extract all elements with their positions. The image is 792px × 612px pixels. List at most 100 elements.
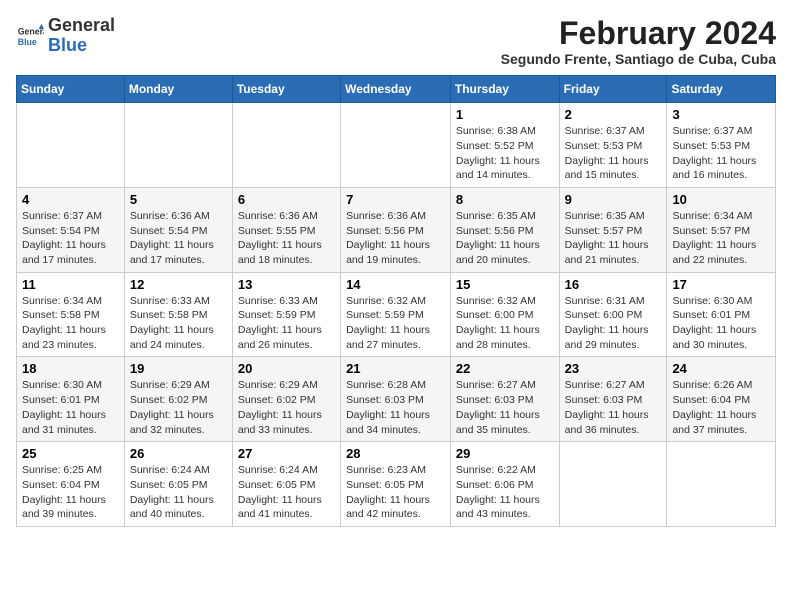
week-row-2: 4 Sunrise: 6:37 AMSunset: 5:54 PMDaylight…	[17, 187, 776, 272]
calendar-cell-w5-d1: 25Sunrise: 6:25 AMSunset: 6:04 PMDayligh…	[17, 442, 125, 527]
day-info: Sunrise: 6:36 AMSunset: 5:55 PMDaylight:…	[238, 209, 335, 268]
day-info: Sunrise: 6:29 AMSunset: 6:02 PMDaylight:…	[130, 378, 227, 437]
week-row-5: 25Sunrise: 6:25 AMSunset: 6:04 PMDayligh…	[17, 442, 776, 527]
col-friday: Friday	[559, 76, 667, 103]
day-number: 14	[346, 277, 445, 292]
calendar-cell-w3-d4: 14 Sunrise: 6:32 AMSunset: 5:59 PMDayligh…	[341, 272, 451, 357]
calendar-cell-w1-d6: 2Sunrise: 6:37 AMSunset: 5:53 PMDaylight…	[559, 103, 667, 188]
calendar-cell-w1-d1	[17, 103, 125, 188]
calendar-header-row: Sunday Monday Tuesday Wednesday Thursday…	[17, 76, 776, 103]
calendar-cell-w3-d1: 11 Sunrise: 6:34 AMSunset: 5:58 PMDayligh…	[17, 272, 125, 357]
logo-icon: General Blue	[16, 22, 44, 50]
day-info: Sunrise: 6:38 AMSunset: 5:52 PMDaylight:…	[456, 124, 554, 183]
day-info: Sunrise: 6:23 AMSunset: 6:05 PMDaylight:…	[346, 463, 445, 522]
day-number: 10	[672, 192, 770, 207]
day-info: Sunrise: 6:27 AMSunset: 6:03 PMDaylight:…	[456, 378, 554, 437]
calendar-cell-w1-d4	[341, 103, 451, 188]
day-info: Sunrise: 6:37 AMSunset: 5:53 PMDaylight:…	[672, 124, 770, 183]
week-row-3: 11 Sunrise: 6:34 AMSunset: 5:58 PMDayligh…	[17, 272, 776, 357]
calendar-table: Sunday Monday Tuesday Wednesday Thursday…	[16, 75, 776, 527]
calendar-title: February 2024	[501, 16, 776, 51]
day-number: 5	[130, 192, 227, 207]
logo-general: General	[48, 16, 115, 36]
col-wednesday: Wednesday	[341, 76, 451, 103]
calendar-cell-w4-d4: 21 Sunrise: 6:28 AMSunset: 6:03 PMDayligh…	[341, 357, 451, 442]
calendar-cell-w1-d7: 3Sunrise: 6:37 AMSunset: 5:53 PMDaylight…	[667, 103, 776, 188]
calendar-cell-w3-d5: 15 Sunrise: 6:32 AMSunset: 6:00 PMDayligh…	[450, 272, 559, 357]
calendar-cell-w5-d4: 28 Sunrise: 6:23 AMSunset: 6:05 PMDayligh…	[341, 442, 451, 527]
day-info: Sunrise: 6:26 AMSunset: 6:04 PMDaylight:…	[672, 378, 770, 437]
day-info: Sunrise: 6:37 AMSunset: 5:53 PMDaylight:…	[565, 124, 662, 183]
day-number: 16	[565, 277, 662, 292]
day-number: 4	[22, 192, 119, 207]
week-row-4: 18Sunrise: 6:30 AMSunset: 6:01 PMDayligh…	[17, 357, 776, 442]
calendar-cell-w2-d5: 8 Sunrise: 6:35 AMSunset: 5:56 PMDaylight…	[450, 187, 559, 272]
day-number: 8	[456, 192, 554, 207]
day-info: Sunrise: 6:32 AMSunset: 5:59 PMDaylight:…	[346, 294, 445, 353]
day-number: 13	[238, 277, 335, 292]
day-number: 11	[22, 277, 119, 292]
calendar-cell-w4-d2: 19 Sunrise: 6:29 AMSunset: 6:02 PMDayligh…	[124, 357, 232, 442]
day-number: 17	[672, 277, 770, 292]
col-thursday: Thursday	[450, 76, 559, 103]
day-number: 19	[130, 361, 227, 376]
day-number: 21	[346, 361, 445, 376]
day-number: 24	[672, 361, 770, 376]
day-number: 26	[130, 446, 227, 461]
calendar-cell-w2-d1: 4 Sunrise: 6:37 AMSunset: 5:54 PMDaylight…	[17, 187, 125, 272]
svg-text:Blue: Blue	[18, 37, 37, 47]
day-info: Sunrise: 6:35 AMSunset: 5:56 PMDaylight:…	[456, 209, 554, 268]
logo-blue: Blue	[48, 35, 87, 55]
calendar-cell-w5-d7	[667, 442, 776, 527]
day-info: Sunrise: 6:30 AMSunset: 6:01 PMDaylight:…	[22, 378, 119, 437]
col-saturday: Saturday	[667, 76, 776, 103]
logo-text: General Blue	[48, 16, 115, 56]
day-info: Sunrise: 6:24 AMSunset: 6:05 PMDaylight:…	[130, 463, 227, 522]
day-number: 15	[456, 277, 554, 292]
day-info: Sunrise: 6:28 AMSunset: 6:03 PMDaylight:…	[346, 378, 445, 437]
day-number: 23	[565, 361, 662, 376]
calendar-cell-w5-d5: 29Sunrise: 6:22 AMSunset: 6:06 PMDayligh…	[450, 442, 559, 527]
logo: General Blue General Blue	[16, 16, 115, 56]
day-info: Sunrise: 6:35 AMSunset: 5:57 PMDaylight:…	[565, 209, 662, 268]
day-info: Sunrise: 6:34 AMSunset: 5:58 PMDaylight:…	[22, 294, 119, 353]
calendar-cell-w3-d3: 13 Sunrise: 6:33 AMSunset: 5:59 PMDayligh…	[232, 272, 340, 357]
day-number: 22	[456, 361, 554, 376]
day-number: 25	[22, 446, 119, 461]
calendar-cell-w2-d7: 10 Sunrise: 6:34 AMSunset: 5:57 PMDayligh…	[667, 187, 776, 272]
day-info: Sunrise: 6:33 AMSunset: 5:59 PMDaylight:…	[238, 294, 335, 353]
calendar-cell-w2-d3: 6 Sunrise: 6:36 AMSunset: 5:55 PMDaylight…	[232, 187, 340, 272]
day-number: 28	[346, 446, 445, 461]
calendar-cell-w2-d2: 5Sunrise: 6:36 AMSunset: 5:54 PMDaylight…	[124, 187, 232, 272]
calendar-cell-w3-d7: 17 Sunrise: 6:30 AMSunset: 6:01 PMDayligh…	[667, 272, 776, 357]
calendar-cell-w5-d3: 27 Sunrise: 6:24 AMSunset: 6:05 PMDayligh…	[232, 442, 340, 527]
calendar-cell-w5-d2: 26 Sunrise: 6:24 AMSunset: 6:05 PMDayligh…	[124, 442, 232, 527]
col-sunday: Sunday	[17, 76, 125, 103]
calendar-cell-w4-d7: 24 Sunrise: 6:26 AMSunset: 6:04 PMDayligh…	[667, 357, 776, 442]
calendar-cell-w4-d3: 20Sunrise: 6:29 AMSunset: 6:02 PMDayligh…	[232, 357, 340, 442]
calendar-cell-w1-d2	[124, 103, 232, 188]
day-info: Sunrise: 6:24 AMSunset: 6:05 PMDaylight:…	[238, 463, 335, 522]
page-header: General Blue General Blue February 2024 …	[16, 16, 776, 67]
day-number: 9	[565, 192, 662, 207]
calendar-subtitle: Segundo Frente, Santiago de Cuba, Cuba	[501, 51, 776, 67]
day-info: Sunrise: 6:33 AMSunset: 5:58 PMDaylight:…	[130, 294, 227, 353]
title-block: February 2024 Segundo Frente, Santiago d…	[501, 16, 776, 67]
day-info: Sunrise: 6:36 AMSunset: 5:56 PMDaylight:…	[346, 209, 445, 268]
calendar-cell-w2-d4: 7Sunrise: 6:36 AMSunset: 5:56 PMDaylight…	[341, 187, 451, 272]
day-info: Sunrise: 6:34 AMSunset: 5:57 PMDaylight:…	[672, 209, 770, 268]
day-info: Sunrise: 6:27 AMSunset: 6:03 PMDaylight:…	[565, 378, 662, 437]
calendar-cell-w2-d6: 9 Sunrise: 6:35 AMSunset: 5:57 PMDaylight…	[559, 187, 667, 272]
calendar-cell-w1-d3	[232, 103, 340, 188]
day-number: 1	[456, 107, 554, 122]
day-number: 6	[238, 192, 335, 207]
calendar-cell-w4-d1: 18Sunrise: 6:30 AMSunset: 6:01 PMDayligh…	[17, 357, 125, 442]
day-info: Sunrise: 6:37 AMSunset: 5:54 PMDaylight:…	[22, 209, 119, 268]
day-number: 27	[238, 446, 335, 461]
day-info: Sunrise: 6:31 AMSunset: 6:00 PMDaylight:…	[565, 294, 662, 353]
col-monday: Monday	[124, 76, 232, 103]
calendar-cell-w3-d2: 12Sunrise: 6:33 AMSunset: 5:58 PMDayligh…	[124, 272, 232, 357]
day-info: Sunrise: 6:30 AMSunset: 6:01 PMDaylight:…	[672, 294, 770, 353]
calendar-cell-w3-d6: 16 Sunrise: 6:31 AMSunset: 6:00 PMDayligh…	[559, 272, 667, 357]
day-info: Sunrise: 6:32 AMSunset: 6:00 PMDaylight:…	[456, 294, 554, 353]
